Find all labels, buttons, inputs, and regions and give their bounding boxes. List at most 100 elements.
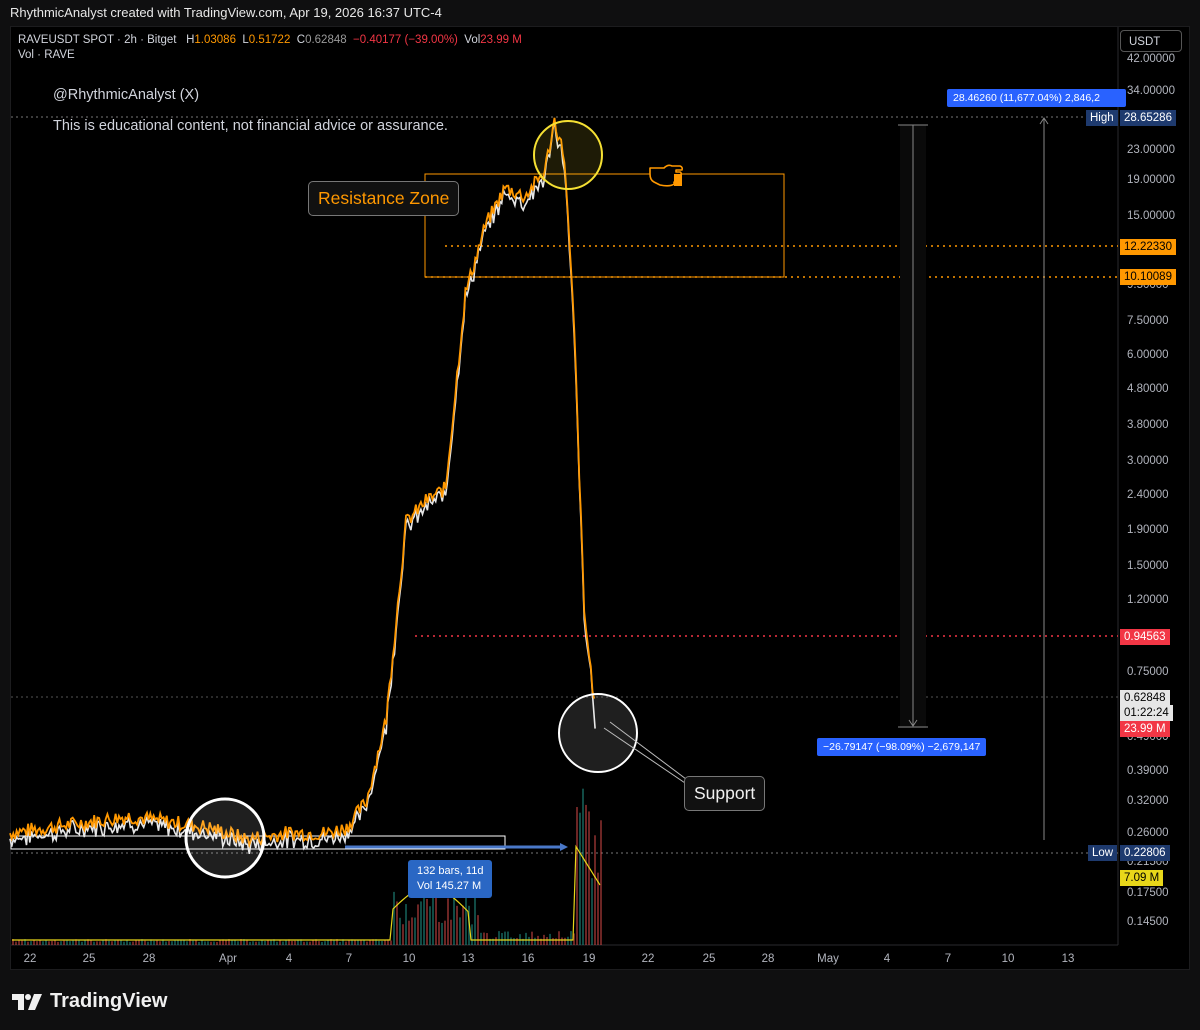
tradingview-logo-icon xyxy=(12,993,42,1010)
volume-bar xyxy=(195,940,197,945)
volume-bar xyxy=(78,939,80,945)
volume-bar xyxy=(534,937,536,945)
volume-bar xyxy=(582,788,584,945)
time-tick: 25 xyxy=(702,953,716,965)
volume-bar xyxy=(462,905,464,945)
range-vol: Vol 145.27 M xyxy=(417,880,482,892)
price-tick: 0.26000 xyxy=(1127,827,1169,840)
volume-bar xyxy=(561,937,563,945)
volume-bar xyxy=(294,940,296,945)
volume-bar xyxy=(234,940,236,945)
volume-bar xyxy=(144,940,146,945)
volume-bar xyxy=(483,932,485,945)
volume-bar xyxy=(135,939,137,945)
volume-bar xyxy=(318,941,320,945)
volume-bar xyxy=(219,939,221,945)
volume-bar xyxy=(552,938,554,945)
price-tick: 0.17500 xyxy=(1127,887,1169,900)
disclaimer-text: This is educational content, not financi… xyxy=(53,118,448,134)
legend-sub[interactable]: Vol · RAVE xyxy=(18,49,522,61)
volume-bar xyxy=(354,940,356,945)
time-tick: 22 xyxy=(641,953,655,965)
measure-down-label[interactable]: −26.79147 (−98.09%) −2,679,147 xyxy=(817,738,987,756)
volume-bar xyxy=(513,938,515,945)
volume-bar xyxy=(381,940,383,945)
volume-bar xyxy=(54,940,56,945)
volume-bar xyxy=(525,932,527,945)
range-info-label[interactable]: 132 bars, 11d Vol 145.27 M xyxy=(408,860,493,898)
volume-bar xyxy=(171,941,173,945)
price-tick: 19.00000 xyxy=(1127,173,1175,186)
legend-close: 0.62848 xyxy=(305,34,347,46)
volume-bar xyxy=(27,941,29,945)
volume-bar xyxy=(192,940,194,945)
price-tick: 0.32000 xyxy=(1127,795,1169,808)
volume-bar xyxy=(45,939,47,945)
volume-bar xyxy=(237,941,239,945)
tradingview-brand[interactable]: TradingView xyxy=(12,990,167,1013)
volume-last-tag: 23.99 M xyxy=(1120,721,1170,737)
volume-bar xyxy=(255,941,257,945)
volume-bar xyxy=(51,940,53,945)
currency-selector[interactable]: USDT xyxy=(1120,30,1182,52)
volume-bar xyxy=(594,835,596,945)
volume-bar xyxy=(96,941,98,945)
high-tag-value: 28.65286 xyxy=(1120,110,1176,126)
volume-bar xyxy=(147,941,149,945)
price-tick: 7.50000 xyxy=(1127,315,1169,328)
volume-bars xyxy=(12,788,602,945)
price-tick: 0.75000 xyxy=(1127,665,1169,678)
volume-bar xyxy=(405,904,407,945)
volume-bar xyxy=(564,937,566,945)
volume-bar xyxy=(84,939,86,945)
chart-legend[interactable]: RAVEUSDT SPOT · 2h · Bitget H1.03086 L0.… xyxy=(18,34,522,61)
volume-bar xyxy=(285,940,287,945)
volume-bar xyxy=(129,941,131,945)
base-circle xyxy=(184,797,266,879)
volume-bar xyxy=(159,941,161,945)
price-tick: 23.00000 xyxy=(1127,144,1175,157)
volume-bar xyxy=(516,938,518,945)
countdown-tag: 01:22:24 xyxy=(1120,705,1173,721)
volume-bar xyxy=(345,941,347,945)
volume-bar xyxy=(498,931,500,945)
volume-bar xyxy=(309,941,311,945)
price-line xyxy=(9,117,595,849)
volume-bar xyxy=(120,940,122,945)
volume-bar xyxy=(177,940,179,945)
volume-bar xyxy=(378,940,380,945)
volume-bar xyxy=(210,941,212,945)
level-10-tag: 10.10089 xyxy=(1120,269,1176,285)
time-tick: 4 xyxy=(285,953,293,965)
volume-bar xyxy=(282,941,284,945)
price-tick: 3.80000 xyxy=(1127,418,1169,431)
volume-bar xyxy=(132,941,134,945)
measure-up-label[interactable]: 28.46260 (11,677.04%) 2,846,2 xyxy=(947,89,1126,107)
resistance-zone-label[interactable]: Resistance Zone xyxy=(308,181,460,216)
volume-bar xyxy=(231,939,233,945)
price-chart[interactable] xyxy=(0,0,1200,1030)
price-tick: 1.90000 xyxy=(1127,524,1169,537)
time-tick: 28 xyxy=(761,953,775,965)
last-price-tag: 0.62848 xyxy=(1120,690,1170,706)
volume-bar xyxy=(291,940,293,945)
volume-bar xyxy=(510,937,512,945)
volume-bar xyxy=(426,899,428,945)
support-label[interactable]: Support xyxy=(684,776,766,811)
volume-bar xyxy=(591,878,593,945)
legend-close-label: C xyxy=(296,34,306,46)
volume-bar xyxy=(165,941,167,945)
legend-vol-label: Vol xyxy=(464,34,481,46)
volume-bar xyxy=(90,940,92,945)
volume-bar xyxy=(57,941,59,945)
price-tick: 0.39000 xyxy=(1127,765,1169,778)
price-tick: 1.50000 xyxy=(1127,560,1169,573)
volume-bar xyxy=(174,940,176,945)
time-tick: 19 xyxy=(582,953,596,965)
volume-bar xyxy=(438,921,440,945)
volume-bar xyxy=(204,941,206,945)
level-094-tag: 0.94563 xyxy=(1120,629,1170,645)
price-tick: 34.00000 xyxy=(1127,84,1175,97)
legend-symbol[interactable]: RAVEUSDT SPOT · 2h · Bitget xyxy=(18,34,177,46)
volume-bar xyxy=(168,940,170,945)
